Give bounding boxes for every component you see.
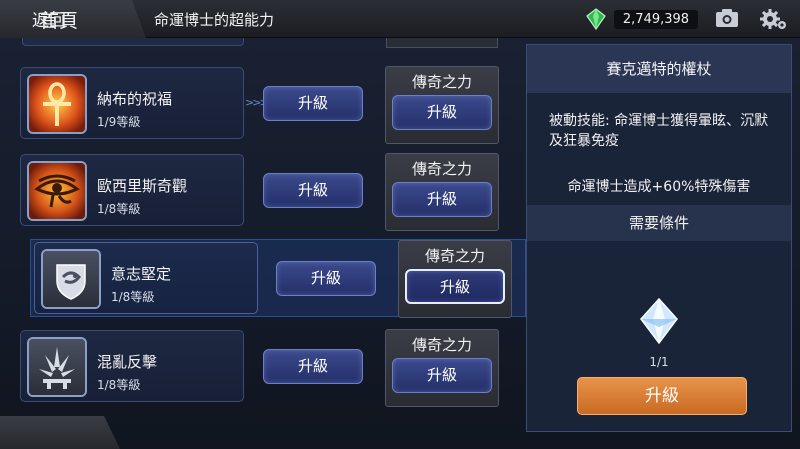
skill-card-4[interactable]: 混亂反擊 1/8等級 [20,330,244,402]
detail-title: 賽克邁特的權杖 [527,45,791,93]
requirement-count: 1/1 [649,355,669,369]
camera-icon[interactable] [715,7,739,29]
legendary-upgrade-button[interactable]: 升級 [405,269,505,304]
legendary-power-box: 傳奇之力 升級 [385,329,499,407]
skill-card-3[interactable]: 意志堅定 1/8等級 [34,242,258,314]
skill-card-2[interactable]: 歐西里斯奇觀 1/8等級 [20,154,244,226]
detail-panel: 賽克邁特的權杖 被動技能: 命運博士獲得暈眩、沉默及狂暴免疫 命運博士造成+60… [526,44,792,432]
skill-card-1[interactable]: 納布的祝福 1/9等級 [20,67,244,139]
upgrade-button[interactable]: 升級 [263,86,363,121]
legendary-box-previous [386,38,498,48]
skill-level: 1/8等級 [97,202,141,216]
shield-icon [41,249,101,309]
legendary-upgrade-button[interactable]: 升級 [392,182,492,217]
legendary-upgrade-button[interactable]: 升級 [392,358,492,393]
requirements-header: 需要條件 [527,205,791,241]
skill-name: 歐西里斯奇觀 [97,177,188,195]
crystal-icon [640,297,678,345]
upgrade-button[interactable]: 升級 [276,261,376,296]
list-item-previous [22,38,244,46]
legendary-label: 傳奇之力 [411,73,472,91]
back-label[interactable]: 返回 [32,6,66,31]
legendary-label: 傳奇之力 [424,247,485,265]
ankh-icon [27,74,87,134]
skill-level: 1/9等級 [97,115,141,129]
legendary-power-box: 傳奇之力 升級 [398,240,512,318]
legendary-label: 傳奇之力 [411,160,472,178]
detail-description: 被動技能: 命運博士獲得暈眩、沉默及狂暴免疫 [549,113,769,149]
skill-name: 混亂反擊 [97,353,158,371]
gem-count: 2,749,398 [614,10,698,29]
top-bar: 首頁 命運博士的超能力 2,749,398 [0,0,800,38]
skill-name: 意志堅定 [111,265,172,283]
chaos-burst-icon [27,337,87,397]
gear-icon[interactable] [758,6,788,32]
legendary-upgrade-button[interactable]: 升級 [392,95,492,130]
upgrade-ability-button[interactable]: 升級 [577,377,747,415]
detail-bonus: 命運博士造成+60%特殊傷害 [567,179,751,195]
skill-level: 1/8等級 [97,378,141,392]
skill-level: 1/8等級 [111,290,155,304]
skill-name: 納布的祝福 [97,90,173,108]
back-button[interactable] [0,416,120,449]
legendary-power-box: 傳奇之力 升級 [385,153,499,231]
page-title: 命運博士的超能力 [154,11,275,29]
legendary-label: 傳奇之力 [411,336,472,354]
upgrade-button[interactable]: 升級 [263,173,363,208]
eye-of-horus-icon [27,161,87,221]
upgrade-button[interactable]: 升級 [263,349,363,384]
legendary-power-box: 傳奇之力 升級 [385,66,499,144]
gem-icon [586,8,606,30]
